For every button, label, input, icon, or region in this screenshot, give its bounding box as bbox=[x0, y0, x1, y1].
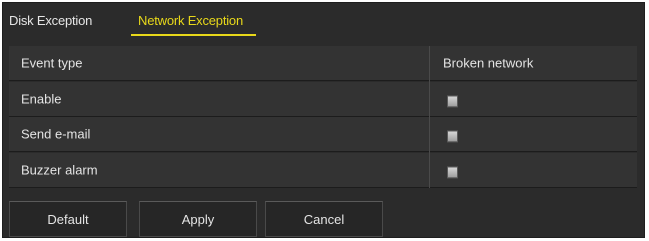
event-table: Event type Broken network Enable Send e-… bbox=[9, 46, 637, 188]
tab-bar: Disk Exception Network Exception bbox=[3, 3, 644, 39]
send-email-label: Send e-mail bbox=[21, 126, 91, 142]
enable-label: Enable bbox=[21, 91, 62, 107]
broken-network-header: Broken network bbox=[443, 55, 534, 71]
network-exception-panel: Disk Exception Network Exception Event t… bbox=[2, 2, 645, 238]
active-tab-indicator bbox=[131, 34, 256, 36]
default-button[interactable]: Default bbox=[9, 201, 127, 237]
apply-button[interactable]: Apply bbox=[139, 201, 257, 237]
send-email-checkbox[interactable] bbox=[447, 130, 458, 143]
event-type-header: Event type bbox=[21, 55, 83, 71]
table-row-enable: Enable bbox=[9, 82, 637, 117]
buzzer-alarm-checkbox[interactable] bbox=[447, 166, 458, 179]
tab-network-exception[interactable]: Network Exception bbox=[138, 13, 243, 28]
table-row-send-email: Send e-mail bbox=[9, 117, 637, 152]
cancel-button[interactable]: Cancel bbox=[265, 201, 383, 237]
buzzer-alarm-label: Buzzer alarm bbox=[21, 162, 98, 178]
column-divider bbox=[429, 46, 430, 188]
button-bar: Default Apply Cancel bbox=[9, 201, 649, 241]
table-row-buzzer-alarm: Buzzer alarm bbox=[9, 153, 637, 188]
tab-disk-exception[interactable]: Disk Exception bbox=[9, 13, 92, 28]
enable-checkbox[interactable] bbox=[447, 95, 458, 108]
table-header-row: Event type Broken network bbox=[9, 46, 637, 81]
